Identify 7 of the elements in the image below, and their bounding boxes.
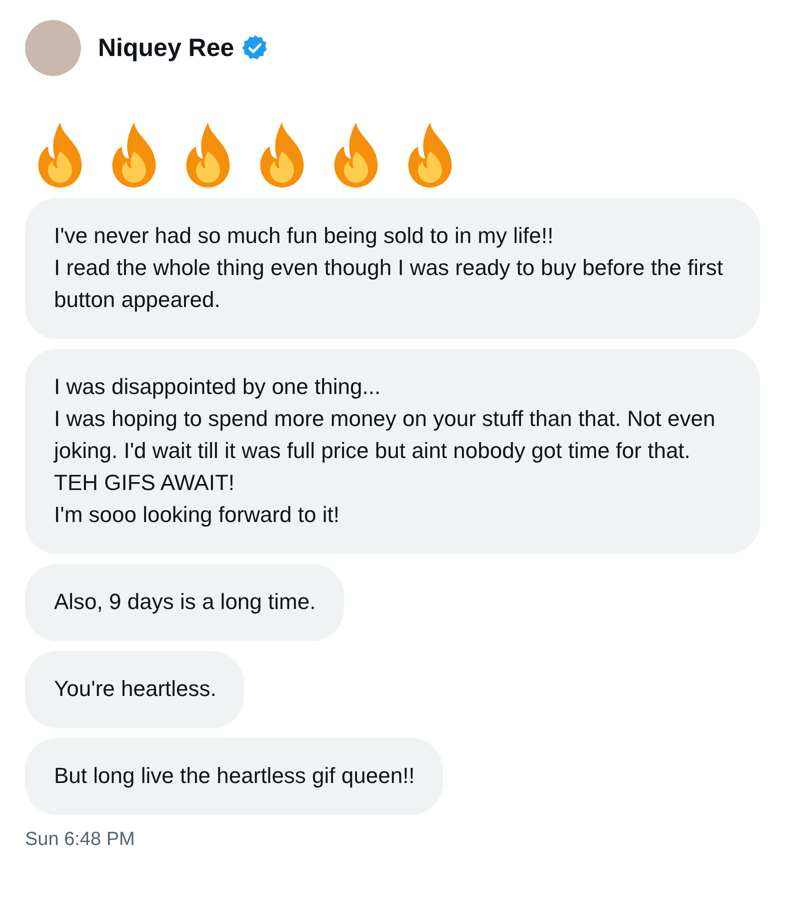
- message-bubble: Also, 9 days is a long time.: [25, 564, 344, 641]
- sender-name[interactable]: Niquey Ree: [98, 34, 234, 62]
- message-bubble: You're heartless.: [25, 651, 244, 728]
- message-bubble: I was disappointed by one thing... I was hoping to spend more money on your stuff than that. Not even joking. I'd wait till it was full price but aint nobody got time for that. TEH GIFS AWAIT! I'm sooo looking forward to it!: [25, 349, 760, 554]
- message-timestamp: Sun 6:48 PM: [25, 829, 135, 851]
- message-bubble: I've never had so much fun being sold to in my life!! I read the whole thing even though I was ready to buy before the first button appeared.: [25, 198, 760, 339]
- message-bubble: But long live the heartless gif queen!!: [25, 738, 443, 815]
